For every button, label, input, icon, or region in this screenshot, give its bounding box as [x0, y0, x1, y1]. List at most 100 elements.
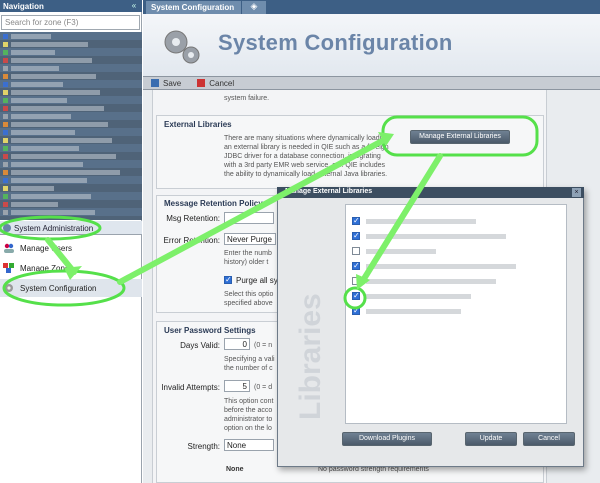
- page-title: System Configuration: [218, 30, 453, 55]
- zone-list-item[interactable]: [0, 32, 142, 40]
- zone-icon: [3, 105, 8, 111]
- update-button[interactable]: Update: [465, 432, 517, 446]
- zone-list-item[interactable]: [0, 200, 142, 208]
- zone-list-item[interactable]: [0, 96, 142, 104]
- library-row[interactable]: ✓: [352, 305, 552, 317]
- zone-list[interactable]: [0, 32, 142, 220]
- zone-label: [11, 137, 112, 143]
- strength-select[interactable]: None: [224, 439, 274, 451]
- zone-icon: [3, 145, 8, 151]
- zone-label: [11, 161, 83, 167]
- zone-icon: [3, 57, 8, 63]
- zone-label: [11, 129, 75, 135]
- library-row[interactable]: [352, 275, 552, 287]
- zone-icon: [3, 209, 8, 215]
- zone-list-item[interactable]: [0, 152, 142, 160]
- collapse-icon[interactable]: «: [128, 1, 140, 11]
- zone-list-item[interactable]: [0, 64, 142, 72]
- library-row[interactable]: ✓: [352, 230, 552, 242]
- zone-list-item[interactable]: [0, 120, 142, 128]
- purge-checkbox[interactable]: ✓: [224, 276, 232, 284]
- section-header: Message Retention Policy: [164, 199, 263, 208]
- zone-list-item[interactable]: [0, 176, 142, 184]
- zone-icon: [3, 49, 8, 55]
- zone-label: [11, 33, 51, 39]
- library-checkbox[interactable]: [352, 247, 360, 255]
- msg-retention-input[interactable]: [224, 212, 274, 224]
- download-plugins-button[interactable]: Download Plugins: [342, 432, 432, 446]
- zone-search-input[interactable]: Search for zone (F3): [1, 15, 140, 30]
- zone-list-item[interactable]: [0, 72, 142, 80]
- zone-list-item[interactable]: [0, 40, 142, 48]
- description-line: the ability to dynamically load external…: [224, 171, 388, 178]
- library-name: [366, 248, 436, 254]
- zone-list-item[interactable]: [0, 104, 142, 112]
- nav-item-manage-users[interactable]: Manage Users: [0, 239, 142, 257]
- pin-tab-icon[interactable]: ◈: [242, 1, 266, 14]
- zone-icon: [3, 33, 8, 39]
- days-valid-input[interactable]: 0: [224, 338, 250, 350]
- save-icon: [151, 79, 159, 87]
- description-line: with a 3rd party EMR web service, etc. Q…: [224, 162, 386, 169]
- zone-list-item[interactable]: [0, 56, 142, 64]
- zone-icon: [3, 89, 8, 95]
- description-line: administrator to: [224, 416, 273, 423]
- error-retention-select[interactable]: Never Purge: [224, 233, 276, 245]
- zone-icon: [3, 73, 8, 79]
- tab-system-configuration[interactable]: System Configuration: [146, 1, 241, 14]
- close-icon[interactable]: ×: [572, 188, 581, 197]
- nav-group-system-administration[interactable]: System Administration: [0, 221, 142, 235]
- zone-list-item[interactable]: [0, 88, 142, 96]
- library-name: [366, 308, 461, 314]
- zone-list-item[interactable]: [0, 80, 142, 88]
- library-name: [366, 293, 471, 299]
- library-row[interactable]: [352, 245, 552, 257]
- cancel-button[interactable]: Cancel: [209, 79, 234, 88]
- manage-external-libraries-button[interactable]: Manage External Libraries: [410, 130, 510, 144]
- nav-item-manage-zones[interactable]: Manage Zones: [0, 259, 142, 277]
- days-valid-hint: (0 = n: [254, 342, 273, 349]
- invalid-attempts-input[interactable]: 5: [224, 380, 250, 392]
- library-row[interactable]: ✓: [352, 290, 552, 302]
- zone-list-item[interactable]: [0, 160, 142, 168]
- zone-list-item[interactable]: [0, 184, 142, 192]
- zone-list-item[interactable]: [0, 112, 142, 120]
- invalid-attempts-hint: (0 = d: [254, 384, 273, 391]
- library-checkbox[interactable]: ✓: [352, 292, 360, 300]
- zone-label: [11, 105, 104, 111]
- library-checkbox[interactable]: ✓: [352, 307, 360, 315]
- description-line: JDBC driver for a database connection, i…: [224, 153, 381, 160]
- zone-list-item[interactable]: [0, 208, 142, 216]
- zone-label: [11, 65, 59, 71]
- group-toggle-icon[interactable]: [3, 224, 11, 232]
- gear-icon: [3, 283, 15, 293]
- invalid-attempts-label: Invalid Attempts:: [161, 383, 220, 392]
- zone-icon: [3, 121, 8, 127]
- library-list[interactable]: ✓ ✓ ✓ ✓ ✓: [345, 204, 567, 424]
- zone-list-item[interactable]: [0, 144, 142, 152]
- library-checkbox[interactable]: ✓: [352, 262, 360, 270]
- zone-list-item[interactable]: [0, 192, 142, 200]
- library-row[interactable]: ✓: [352, 215, 552, 227]
- save-button[interactable]: Save: [163, 79, 181, 88]
- zone-label: [11, 145, 79, 151]
- zone-label: [11, 89, 100, 95]
- cutoff-text: system failure.: [224, 95, 270, 102]
- section-header: User Password Settings: [164, 326, 256, 335]
- zone-list-item[interactable]: [0, 48, 142, 56]
- zone-label: [11, 41, 88, 47]
- nav-item-system-configuration[interactable]: System Configuration: [0, 279, 142, 297]
- zone-list-item[interactable]: [0, 136, 142, 144]
- zone-list-item[interactable]: [0, 128, 142, 136]
- nav-item-label: Manage Users: [20, 243, 73, 253]
- nav-item-label: Manage Zones: [20, 263, 74, 273]
- library-checkbox[interactable]: ✓: [352, 217, 360, 225]
- cancel-button[interactable]: Cancel: [523, 432, 575, 446]
- description-line: specified above: [224, 300, 273, 307]
- msg-retention-label: Msg Retention:: [166, 214, 220, 223]
- library-checkbox[interactable]: ✓: [352, 232, 360, 240]
- zone-list-item[interactable]: [0, 168, 142, 176]
- library-row[interactable]: ✓: [352, 260, 552, 272]
- library-checkbox[interactable]: [352, 277, 360, 285]
- library-name: [366, 218, 476, 224]
